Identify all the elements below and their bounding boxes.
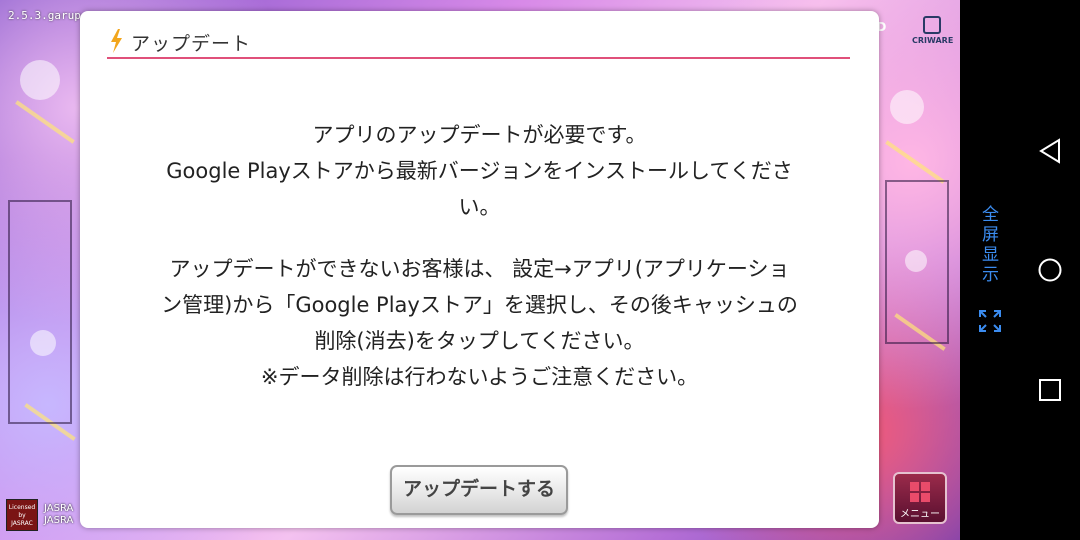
jasrac-line: JASRA [44,515,74,526]
menu-button-label: メニュー [900,509,940,520]
message-line: ※データ削除は行わないようご注意ください。 [260,365,699,389]
background-light [890,90,924,124]
message-line: アップデートができないお客様は、 設定→アプリ(アプリケーショ [169,257,790,281]
stage-truss [885,180,949,344]
version-label: 2.5.3.garup [8,9,81,22]
jasrac-text: JASRA JASRA [44,503,73,527]
lightning-icon [111,29,122,53]
background-light [20,60,60,100]
criware-label: CRIWARE [912,36,954,45]
dialog-title: アップデート [131,33,252,55]
jasrac-line: JASRA [44,503,74,514]
recent-apps-icon[interactable] [1039,379,1061,401]
back-icon[interactable] [1038,138,1062,164]
message-line: ン管理)から「Google Playストア」を選択し、その後キャッシュの [161,293,798,317]
dialog-message: アプリのアップデートが必要です。 Google Playストアから最新バージョン… [120,117,839,395]
expand-icon[interactable] [979,310,1001,332]
message-line: い。 [458,195,501,219]
message-line: アプリのアップデートが必要です。 [312,123,647,147]
update-dialog: アップデート アプリのアップデートが必要です。 Google Playストアから… [80,11,879,528]
home-icon[interactable] [1038,258,1062,282]
jasrac-logo: Licensed by JASRAC [6,499,38,531]
message-line: 削除(消去)をタップしてください。 [314,329,645,353]
message-line: Google Playストアから最新バージョンをインストールしてくださ [166,159,793,183]
confetti-streak [885,140,945,184]
stage-truss [8,200,72,424]
update-button[interactable]: アップデートする [390,465,568,515]
menu-button[interactable]: メニュー [893,472,947,524]
system-navigation-bar: 全屏显示 [960,0,1080,540]
grid-icon [910,482,930,502]
confetti-streak [15,100,75,144]
criware-logo: CRIWARE [912,16,954,45]
fullscreen-toggle[interactable]: 全屏显示 [976,205,1001,285]
dialog-header: アップデート [107,27,850,59]
